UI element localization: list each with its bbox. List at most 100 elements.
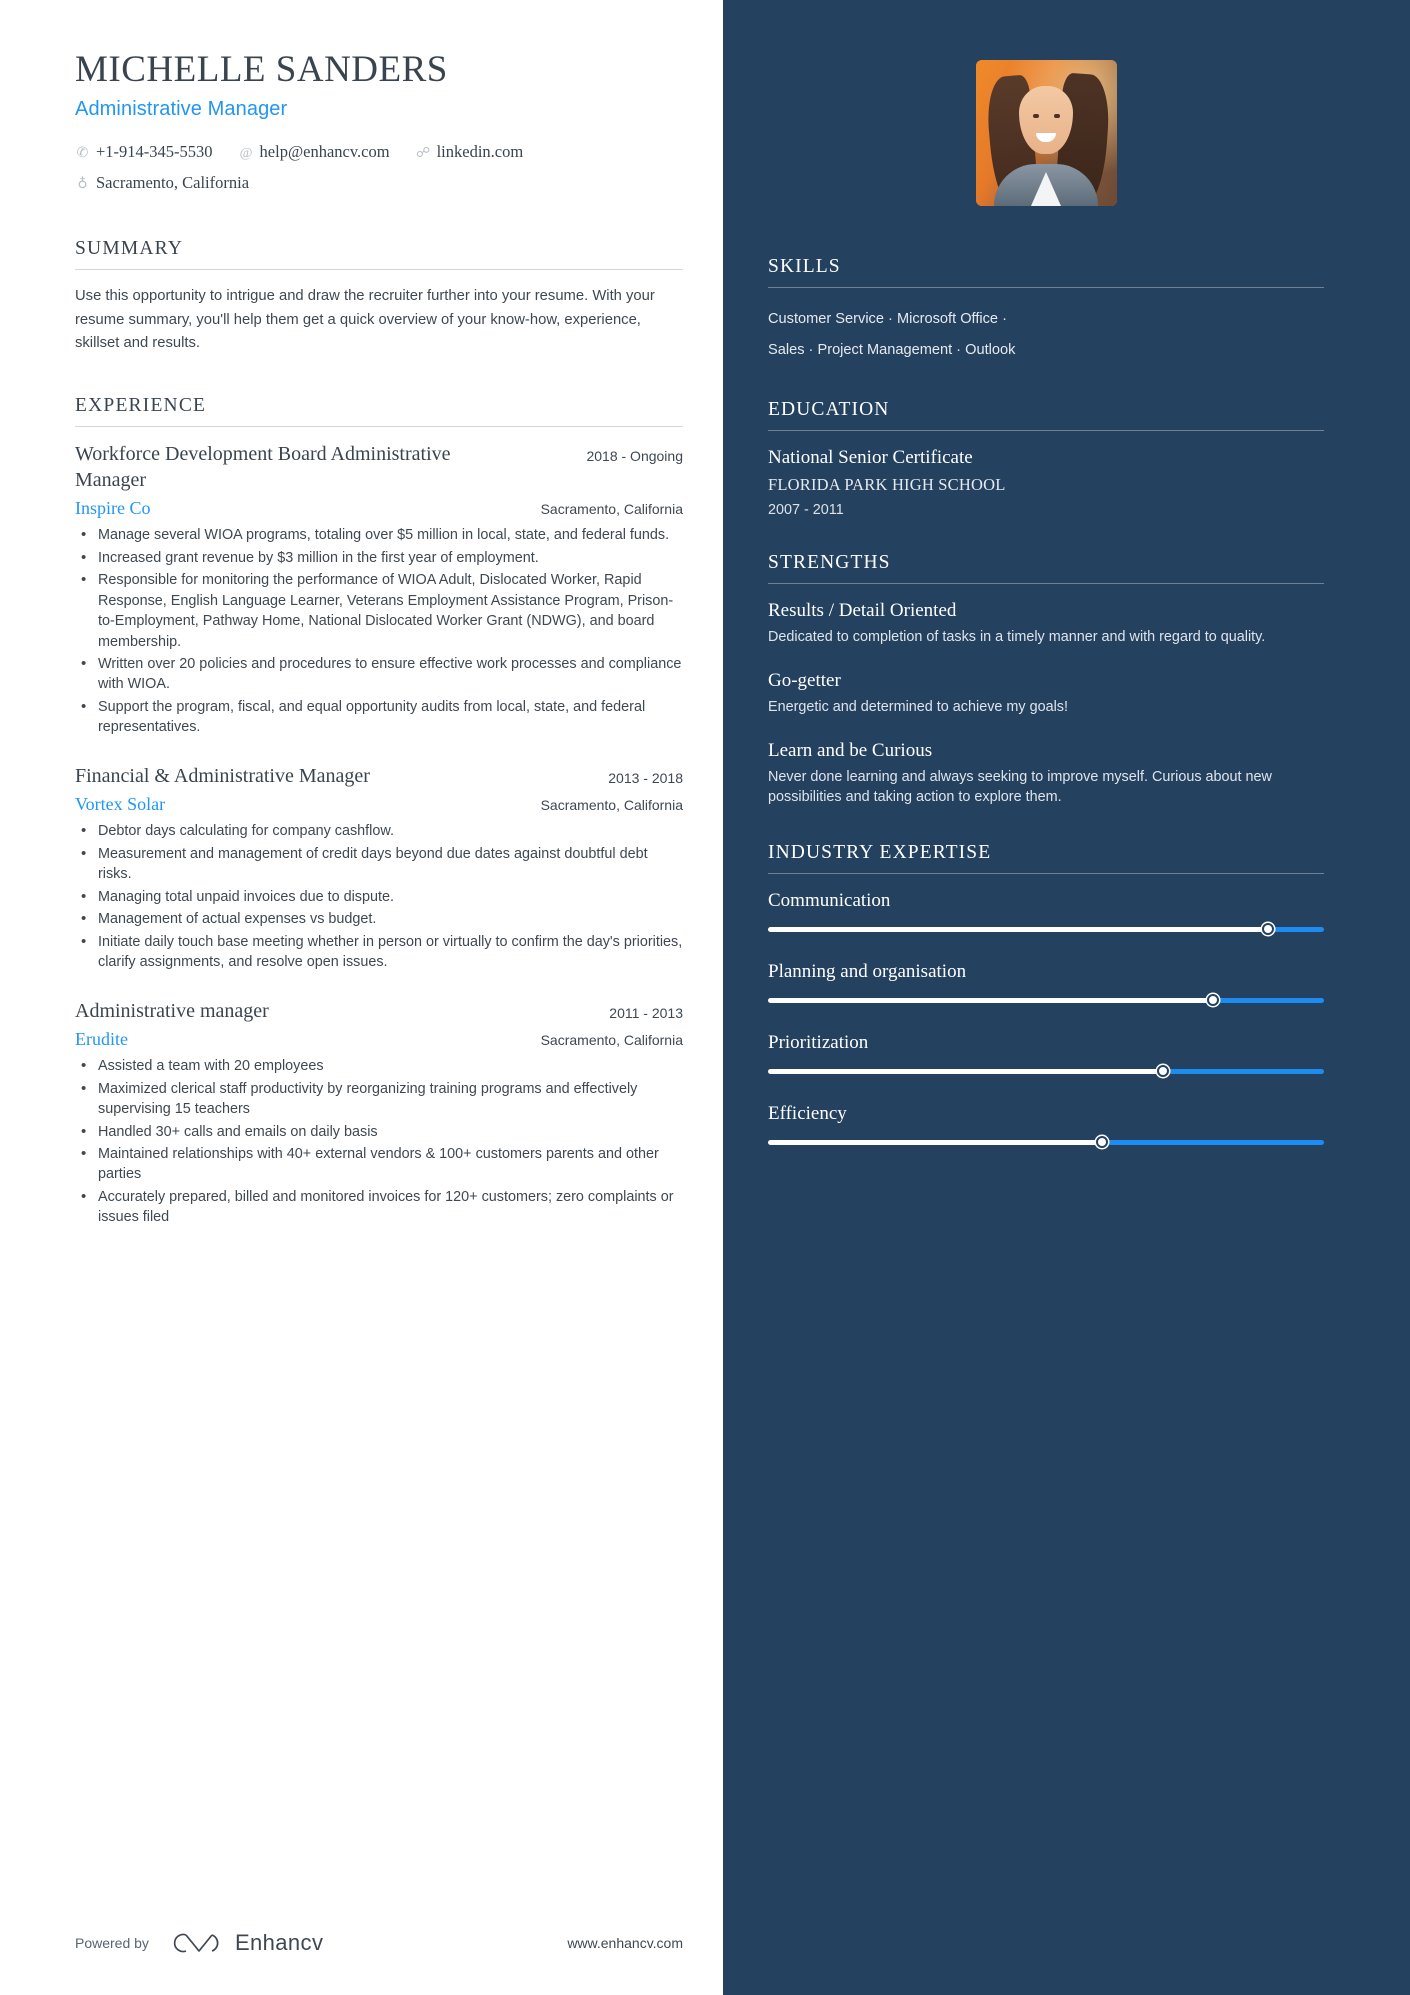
summary-section: SUMMARY Use this opportunity to intrigue… <box>75 238 683 355</box>
skills-line-2: Sales · Project Management · Outlook <box>768 341 1016 358</box>
strength-description: Dedicated to completion of tasks in a ti… <box>768 629 1266 646</box>
avatar <box>975 60 1117 206</box>
experience-bullet: Measurement and management of credit day… <box>75 843 683 885</box>
page-title: MICHELLE SANDERS <box>75 49 448 90</box>
expertise-item: Prioritization <box>768 1032 1324 1077</box>
expertise-item: Efficiency <box>768 1103 1324 1148</box>
expertise-slider[interactable] <box>768 1135 1324 1148</box>
strength-item: Results / Detail Oriented Dedicated to c… <box>768 600 1324 648</box>
brand-logo: Enhancv <box>173 1930 323 1956</box>
experience-entry-subheader: Vortex Solar Sacramento, California <box>75 794 683 815</box>
education-school: FLORIDA PARK HIGH SCHOOL <box>768 475 1006 495</box>
footer: Powered by Enhancv www.enhancv.com <box>0 1890 723 1995</box>
experience-company[interactable]: Inspire Co <box>75 498 151 519</box>
education-section-title: EDUCATION <box>768 399 1324 432</box>
experience-dates: 2011 - 2013 <box>609 1004 683 1021</box>
location-pin-icon: ♁ <box>77 176 88 192</box>
slider-track-filled <box>768 1139 1102 1145</box>
slider-track-filled <box>768 926 1269 932</box>
slider-track-remainder <box>1212 997 1324 1003</box>
contact-info: ✆ +1-914-345-5530 @ help@enhancv.com ☍ l… <box>75 137 683 198</box>
strengths-section-title: STRENGTHS <box>768 552 1324 585</box>
summary-section-title: SUMMARY <box>75 238 683 271</box>
experience-bullet: Management of actual expenses vs budget. <box>75 908 683 930</box>
skills-section-title: SKILLS <box>768 256 1324 288</box>
experience-company[interactable]: Erudite <box>75 1029 128 1050</box>
expertise-slider[interactable] <box>768 1064 1324 1077</box>
expertise-section: INDUSTRY EXPERTISE Communication Plannin… <box>768 842 1324 1148</box>
strength-item: Go-getter Energetic and determined to ac… <box>768 670 1324 718</box>
slider-knob[interactable] <box>1156 1064 1169 1077</box>
slider-track-remainder <box>1268 926 1324 932</box>
brand-name: Enhancv <box>234 1929 324 1955</box>
contact-phone[interactable]: ✆ +1-914-345-5530 <box>75 137 213 168</box>
experience-company[interactable]: Vortex Solar <box>75 794 165 815</box>
link-icon: ☍ <box>416 146 431 162</box>
enhancv-logo-icon <box>173 1933 219 1952</box>
experience-entry-header: Administrative manager 2011 - 2013 <box>75 999 683 1025</box>
experience-entry-subheader: Inspire Co Sacramento, California <box>75 498 683 519</box>
education-degree: National Senior Certificate <box>768 447 973 469</box>
strength-item: Learn and be Curious Never done learning… <box>768 740 1324 808</box>
contact-linkedin[interactable]: ☍ linkedin.com <box>416 137 524 168</box>
experience-bullet-list: Manage several WIOA programs, totaling o… <box>75 524 683 738</box>
contact-email-text: help@enhancv.com <box>259 142 390 162</box>
strength-description: Energetic and determined to achieve my g… <box>768 699 1068 716</box>
experience-bullet-list: Assisted a team with 20 employeesMaximiz… <box>75 1055 683 1228</box>
main-column: MICHELLE SANDERS Administrative Manager … <box>0 0 723 1995</box>
expertise-label: Prioritization <box>768 1031 869 1053</box>
experience-bullet: Assisted a team with 20 employees <box>75 1055 683 1077</box>
expertise-label: Communication <box>768 889 891 911</box>
strengths-section: STRENGTHS Results / Detail Oriented Dedi… <box>768 552 1324 808</box>
experience-section-title: EXPERIENCE <box>75 395 683 428</box>
experience-entry-subheader: Erudite Sacramento, California <box>75 1029 683 1050</box>
header-job-title: Administrative Manager <box>75 98 288 121</box>
slider-track-filled <box>768 1068 1163 1074</box>
expertise-slider[interactable] <box>768 922 1324 935</box>
slider-knob[interactable] <box>1095 1135 1108 1148</box>
slider-knob[interactable] <box>1262 922 1275 935</box>
contact-email[interactable]: @ help@enhancv.com <box>239 137 390 168</box>
experience-bullet: Debtor days calculating for company cash… <box>75 820 683 842</box>
summary-text: Use this opportunity to intrigue and dra… <box>75 288 655 351</box>
expertise-label: Planning and organisation <box>768 960 967 982</box>
footer-url[interactable]: www.enhancv.com <box>567 1935 683 1951</box>
slider-track-remainder <box>1101 1139 1324 1145</box>
experience-list: Workforce Development Board Administrati… <box>75 442 683 1228</box>
expertise-slider[interactable] <box>768 993 1324 1006</box>
experience-bullet: Accurately prepared, billed and monitore… <box>75 1186 683 1228</box>
expertise-section-title: INDUSTRY EXPERTISE <box>768 842 1324 874</box>
contact-linkedin-text: linkedin.com <box>436 142 524 162</box>
contact-phone-text: +1-914-345-5530 <box>96 142 213 162</box>
experience-bullet: Maintained relationships with 40+ extern… <box>75 1143 683 1185</box>
expertise-item: Planning and organisation <box>768 961 1324 1006</box>
experience-dates: 2018 - Ongoing <box>586 448 683 465</box>
experience-bullet: Responsible for monitoring the performan… <box>75 569 683 652</box>
avatar-eye-left <box>1032 114 1039 118</box>
expertise-list: Communication Planning and organisation … <box>768 890 1324 1148</box>
experience-entry-header: Financial & Administrative Manager 2013 … <box>75 764 683 790</box>
experience-section: EXPERIENCE Workforce Development Board A… <box>75 395 683 1228</box>
experience-bullet: Initiate daily touch base meeting whethe… <box>75 931 683 973</box>
experience-role: Workforce Development Board Administrati… <box>75 443 451 491</box>
powered-by-label: Powered by <box>75 1934 149 1951</box>
slider-knob[interactable] <box>1206 993 1219 1006</box>
strength-title: Results / Detail Oriented <box>768 600 957 622</box>
sidebar: SKILLS Customer Service · Microsoft Offi… <box>723 0 1410 1995</box>
experience-bullet: Managing total unpaid invoices due to di… <box>75 886 683 908</box>
experience-location: Sacramento, California <box>540 501 683 518</box>
contact-location-text: Sacramento, California <box>96 172 250 192</box>
experience-bullet-list: Debtor days calculating for company cash… <box>75 820 683 973</box>
experience-entry-header: Workforce Development Board Administrati… <box>75 442 683 493</box>
experience-bullet: Maximized clerical staff productivity by… <box>75 1078 683 1120</box>
skills-section: SKILLS Customer Service · Microsoft Offi… <box>768 256 1324 365</box>
avatar-wrapper <box>768 60 1324 206</box>
experience-role: Financial & Administrative Manager <box>75 764 370 787</box>
skills-line-1: Customer Service · Microsoft Office · <box>768 311 1007 327</box>
experience-bullet: Increased grant revenue by $3 million in… <box>75 547 683 569</box>
strength-description: Never done learning and always seeking t… <box>768 769 1272 805</box>
experience-bullet: Support the program, fiscal, and equal o… <box>75 696 683 738</box>
email-icon: @ <box>239 146 253 162</box>
education-years: 2007 - 2011 <box>768 502 844 519</box>
contact-location[interactable]: ♁ Sacramento, California <box>75 168 657 199</box>
